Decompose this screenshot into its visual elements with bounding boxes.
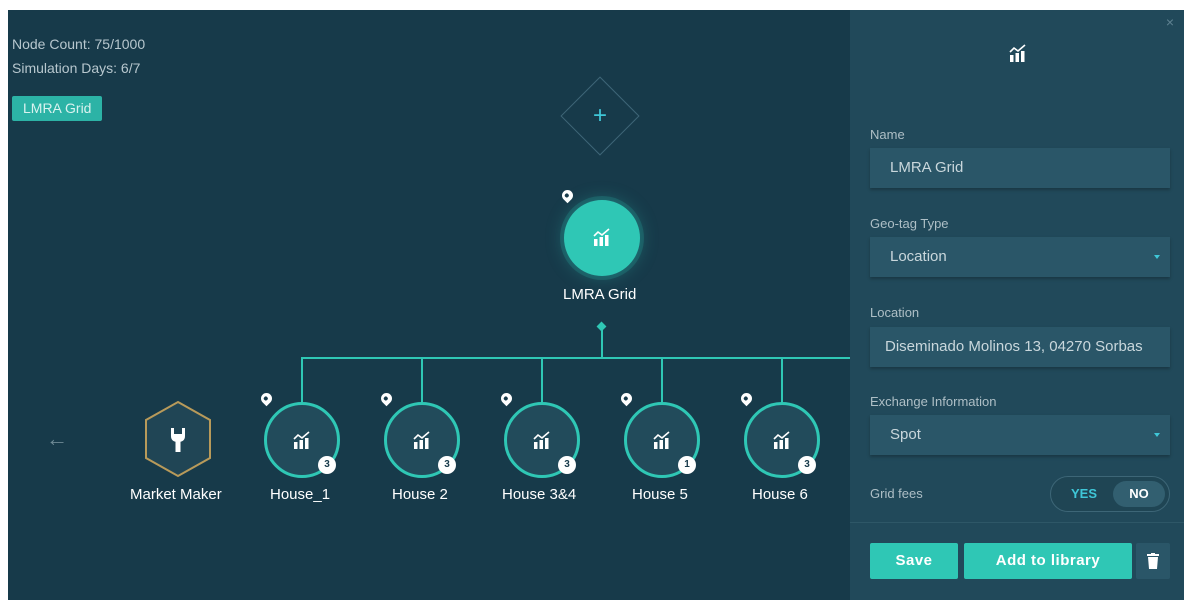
chart-icon [293, 431, 310, 449]
name-input[interactable]: LMRA Grid [870, 148, 1170, 188]
count-badge: 3 [558, 456, 576, 474]
location-input[interactable]: Diseminado Molinos 13, 04270 Sorbas [870, 327, 1170, 367]
chart-icon [413, 431, 430, 449]
app-window: Node Count: 75/1000 Simulation Days: 6/7… [8, 10, 1184, 600]
house-label: House 6 [752, 486, 808, 503]
location-pin-icon [258, 390, 275, 407]
chart-icon [773, 431, 790, 449]
location-pin-icon [738, 390, 755, 407]
count-badge: 3 [798, 456, 816, 474]
connector-line [421, 357, 423, 405]
grid-canvas[interactable]: Node Count: 75/1000 Simulation Days: 6/7… [8, 10, 850, 600]
chart-icon [653, 431, 670, 449]
house-label: House 5 [632, 486, 688, 503]
panel-divider [850, 522, 1184, 523]
house-node[interactable]: 3 [504, 402, 580, 478]
name-label: Name [870, 127, 905, 142]
node-count-text: Node Count: 75/1000 [12, 36, 146, 52]
connector-line [781, 357, 783, 405]
house-node[interactable]: 3 [744, 402, 820, 478]
save-button[interactable]: Save [870, 543, 958, 579]
add-to-library-button[interactable]: Add to library [964, 543, 1132, 579]
connector-line [661, 357, 663, 405]
chart-icon [533, 431, 550, 449]
market-maker-node[interactable] [143, 400, 213, 478]
exchange-label: Exchange Information [870, 394, 997, 409]
geo-tag-value: Location [890, 248, 947, 265]
geo-tag-select[interactable]: Location [870, 237, 1170, 277]
house-node[interactable]: 3 [384, 402, 460, 478]
exchange-value: Spot [890, 426, 921, 443]
arrow-left-icon[interactable]: ← [46, 426, 68, 452]
house-node[interactable]: 1 [624, 402, 700, 478]
grid-breadcrumb-tag[interactable]: LMRA Grid [12, 96, 103, 121]
simulation-days-text: Simulation Days: 6/7 [12, 60, 141, 76]
market-maker-label: Market Maker [130, 486, 222, 503]
geo-tag-label: Geo-tag Type [870, 216, 949, 231]
grid-node-main[interactable] [564, 200, 640, 276]
house-label: House 3&4 [502, 486, 577, 503]
connector-bus [301, 357, 850, 359]
exchange-select[interactable]: Spot [870, 415, 1170, 455]
node-settings-panel: × Name LMRA Grid Geo-tag Type Location L… [850, 10, 1184, 600]
house-node[interactable]: 3 [264, 402, 340, 478]
location-label: Location [870, 305, 920, 320]
location-pin-icon [498, 390, 515, 407]
main-node-label: LMRA Grid [563, 286, 637, 303]
dropdown-caret-icon [1154, 433, 1160, 437]
delete-button[interactable] [1136, 543, 1170, 579]
toggle-yes-option[interactable]: YES [1071, 486, 1097, 501]
count-badge: 3 [318, 456, 336, 474]
connector-line [301, 357, 303, 405]
trash-icon [1147, 553, 1159, 569]
location-pin-icon [378, 390, 395, 407]
grid-fees-label: Grid fees [870, 486, 923, 501]
house-label: House_1 [270, 486, 331, 503]
house-label: House 2 [392, 486, 448, 503]
connector-line [541, 357, 543, 405]
grid-fees-toggle[interactable]: YES NO [1050, 476, 1170, 512]
chart-icon [1009, 44, 1026, 62]
dropdown-caret-icon [1154, 255, 1160, 259]
location-pin-icon [618, 390, 635, 407]
count-badge: 3 [438, 456, 456, 474]
connector-line [601, 328, 603, 357]
close-icon[interactable]: × [1166, 14, 1174, 30]
location-pin-icon [559, 187, 576, 204]
count-badge: 1 [678, 456, 696, 474]
chart-icon [593, 228, 610, 246]
toggle-no-option[interactable]: NO [1113, 481, 1165, 507]
